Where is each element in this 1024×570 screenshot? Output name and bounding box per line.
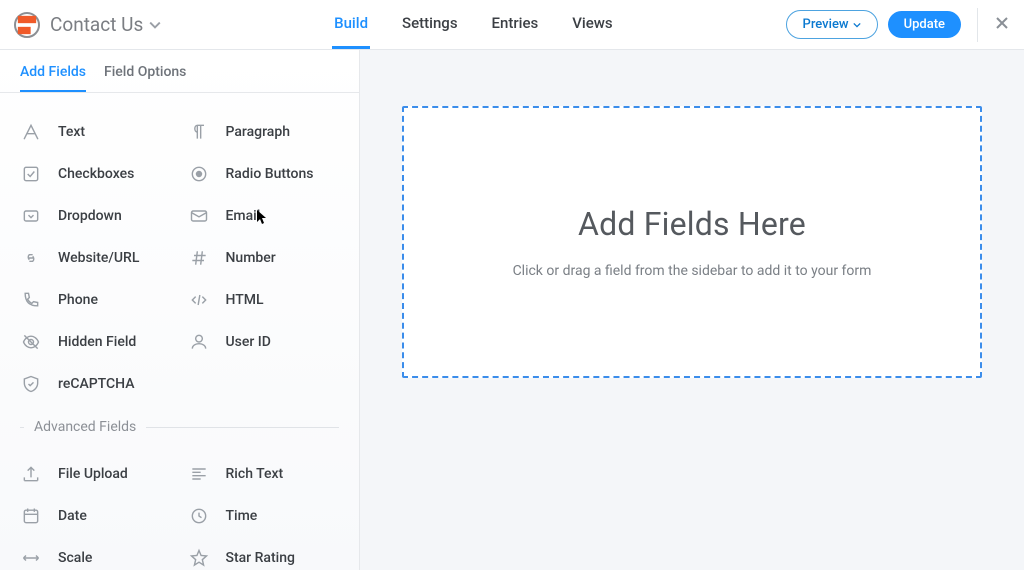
form-canvas: Add Fields Here Click or drag a field fr… xyxy=(360,50,1024,570)
dropzone-title: Add Fields Here xyxy=(578,205,806,243)
field-label: Date xyxy=(58,508,87,524)
calendar-icon xyxy=(20,505,42,527)
close-button[interactable] xyxy=(994,15,1010,35)
dropzone[interactable]: Add Fields Here Click or drag a field fr… xyxy=(402,106,982,378)
field-label: Phone xyxy=(58,292,98,308)
nav-build[interactable]: Build xyxy=(332,0,370,49)
email-icon xyxy=(188,205,210,227)
eye-off-icon xyxy=(20,331,42,353)
field-label: HTML xyxy=(226,292,264,308)
preview-button[interactable]: Preview xyxy=(786,10,878,39)
user-icon xyxy=(188,331,210,353)
field-label: Rich Text xyxy=(226,466,284,482)
app-logo xyxy=(14,12,40,38)
tab-field-options[interactable]: Field Options xyxy=(104,64,186,92)
field-label: Email xyxy=(226,208,261,224)
field-star[interactable]: Star Rating xyxy=(180,537,348,570)
sidebar-tabs: Add Fields Field Options xyxy=(0,50,359,93)
field-label: Dropdown xyxy=(58,208,122,224)
field-email[interactable]: Email xyxy=(180,195,348,237)
chevron-down-icon xyxy=(853,21,861,29)
update-label: Update xyxy=(904,17,945,32)
field-label: Radio Buttons xyxy=(226,166,314,182)
nav-settings[interactable]: Settings xyxy=(400,0,460,49)
main-area: Add Fields Field Options Text Paragraph … xyxy=(0,50,1024,570)
checkbox-icon xyxy=(20,163,42,185)
paragraph-icon xyxy=(188,121,210,143)
field-date[interactable]: Date xyxy=(12,495,180,537)
logo-icon xyxy=(16,14,38,36)
field-checkboxes[interactable]: Checkboxes xyxy=(12,153,180,195)
field-radio[interactable]: Radio Buttons xyxy=(180,153,348,195)
field-label: Text xyxy=(58,124,85,140)
field-time[interactable]: Time xyxy=(180,495,348,537)
field-label: Hidden Field xyxy=(58,334,136,350)
advanced-fields-label: Advanced Fields xyxy=(34,419,136,435)
field-phone[interactable]: Phone xyxy=(12,279,180,321)
field-label: Time xyxy=(226,508,258,524)
preview-label: Preview xyxy=(803,17,849,32)
advanced-fields-grid: File Upload Rich Text Date Time Scale St… xyxy=(0,435,359,570)
sidebar: Add Fields Field Options Text Paragraph … xyxy=(0,50,360,570)
field-html[interactable]: HTML xyxy=(180,279,348,321)
header-actions: Preview Update xyxy=(786,8,1010,42)
field-number[interactable]: Number xyxy=(180,237,348,279)
field-website[interactable]: Website/URL xyxy=(12,237,180,279)
field-text[interactable]: Text xyxy=(12,111,180,153)
upload-icon xyxy=(20,463,42,485)
field-recaptcha[interactable]: reCAPTCHA xyxy=(12,363,180,405)
hash-icon xyxy=(188,247,210,269)
tab-add-fields[interactable]: Add Fields xyxy=(20,64,86,92)
nav-entries[interactable]: Entries xyxy=(490,0,541,49)
field-label: Star Rating xyxy=(226,550,295,566)
star-icon xyxy=(188,547,210,569)
field-label: Number xyxy=(226,250,276,266)
align-icon xyxy=(188,463,210,485)
field-paragraph[interactable]: Paragraph xyxy=(180,111,348,153)
chevron-down-icon xyxy=(149,19,161,31)
basic-fields-grid: Text Paragraph Checkboxes Radio Buttons … xyxy=(0,93,359,411)
field-label: reCAPTCHA xyxy=(58,376,135,392)
phone-icon xyxy=(20,289,42,311)
field-label: User ID xyxy=(226,334,271,350)
field-label: Checkboxes xyxy=(58,166,134,182)
field-userid[interactable]: User ID xyxy=(180,321,348,363)
field-label: Paragraph xyxy=(226,124,291,140)
field-label: Website/URL xyxy=(58,250,139,266)
shield-icon xyxy=(20,373,42,395)
link-icon xyxy=(20,247,42,269)
top-bar: Contact Us Build Settings Entries Views … xyxy=(0,0,1024,50)
dropdown-icon xyxy=(20,205,42,227)
field-label: Scale xyxy=(58,550,92,566)
update-button[interactable]: Update xyxy=(888,11,961,38)
field-label: File Upload xyxy=(58,466,128,482)
field-hidden[interactable]: Hidden Field xyxy=(12,321,180,363)
scale-icon xyxy=(20,547,42,569)
form-title-label: Contact Us xyxy=(50,13,143,36)
radio-icon xyxy=(188,163,210,185)
field-file-upload[interactable]: File Upload xyxy=(12,453,180,495)
nav-views[interactable]: Views xyxy=(570,0,614,49)
text-icon xyxy=(20,121,42,143)
field-dropdown[interactable]: Dropdown xyxy=(12,195,180,237)
clock-icon xyxy=(188,505,210,527)
close-icon xyxy=(994,15,1010,31)
code-icon xyxy=(188,289,210,311)
field-rich-text[interactable]: Rich Text xyxy=(180,453,348,495)
dropzone-subtitle: Click or drag a field from the sidebar t… xyxy=(513,263,872,279)
form-title-dropdown[interactable]: Contact Us xyxy=(50,13,161,36)
field-scale[interactable]: Scale xyxy=(12,537,180,570)
main-nav: Build Settings Entries Views xyxy=(161,0,785,49)
advanced-fields-heading: Advanced Fields xyxy=(0,419,359,435)
vertical-divider xyxy=(977,8,978,42)
